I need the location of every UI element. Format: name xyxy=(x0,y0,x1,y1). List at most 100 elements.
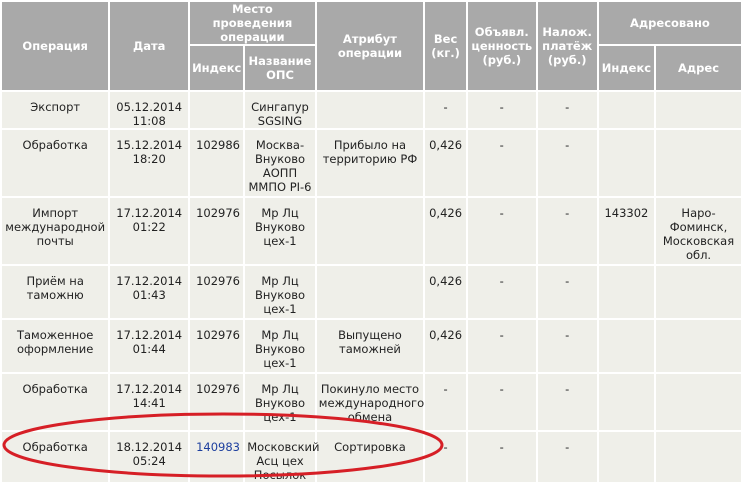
cell-operation-line: международной xyxy=(5,220,106,234)
cell-attribute: Прибыло на территорию РФ xyxy=(316,130,424,196)
cell-addr-address: Наро- Фоминск, Московская обл. xyxy=(656,198,741,264)
cell-operation-line: Таможенное xyxy=(16,328,94,342)
cell-attribute-line: обмена xyxy=(347,410,393,424)
cell-addr-index xyxy=(598,374,655,430)
cell-attribute-line: Выпущено xyxy=(338,328,402,342)
cell-date-line: 01:44 xyxy=(132,342,166,356)
table-row: Экспорт 05.12.2014 11:08 Сингапур SGSING - - - xyxy=(2,92,741,128)
cell-index-link[interactable]: 140983 xyxy=(190,432,244,482)
cell-date-line: 17.12.2014 xyxy=(116,382,183,396)
cell-weight: 0,426 xyxy=(425,198,467,264)
cell-cod: - xyxy=(537,266,597,318)
cell-ops-name: Московский Асц цех Посылок xyxy=(245,432,320,482)
cell-declared-value: - xyxy=(468,266,536,318)
cell-declared-value: - xyxy=(468,130,536,196)
cell-ops-name-line: Посылок xyxy=(253,468,307,482)
cell-date-line: 15.12.2014 xyxy=(116,138,183,152)
cell-ops-name-line: Асц цех xyxy=(256,454,304,468)
cell-addr-address xyxy=(656,130,741,196)
col-attribute-header: Атрибут операции xyxy=(316,2,424,90)
cell-weight: 0,426 xyxy=(425,266,467,318)
cell-date: 18.12.2014 05:24 xyxy=(110,432,189,482)
cell-operation: Приём на таможню xyxy=(2,266,109,318)
cell-index: 102976 xyxy=(190,320,244,372)
cell-date: 17.12.2014 14:41 xyxy=(110,374,189,430)
col-addr-index-header: Индекс xyxy=(598,46,655,90)
cell-addr-address xyxy=(656,92,741,128)
cell-weight: - xyxy=(425,374,467,430)
cell-declared-value: - xyxy=(468,320,536,372)
table-row: Таможенное оформление 17.12.2014 01:44 10297… xyxy=(2,320,741,372)
cell-operation-line: почты xyxy=(36,234,74,248)
cell-addr-index xyxy=(598,92,655,128)
cell-ops-name: Мр Лц Внуково цех-1 xyxy=(245,374,315,430)
table-row: Обработка 17.12.2014 14:41 102976 Мр Лц Внуко… xyxy=(2,374,741,430)
cell-operation-line: Обработка xyxy=(22,138,88,152)
cell-ops-name: Москва- Внуково АОПП ММПО PI-6 xyxy=(245,130,315,196)
cell-ops-name-line: Внуково xyxy=(255,342,306,356)
cell-attribute-line: международного xyxy=(318,396,425,410)
cell-ops-name-line: Мр Лц xyxy=(261,274,299,288)
cell-addr-address-line: Наро- xyxy=(681,206,716,220)
cell-operation-line: Обработка xyxy=(22,440,88,454)
cell-weight: - xyxy=(425,432,467,482)
cell-declared-value: - xyxy=(468,92,536,128)
cell-ops-name-line: цех-1 xyxy=(263,410,297,424)
cell-index xyxy=(190,92,244,128)
cell-ops-name-line: цех-1 xyxy=(263,234,297,248)
cell-attribute-line: Сортировка xyxy=(334,440,406,454)
cell-ops-name-line: ММПО PI-6 xyxy=(248,180,312,194)
col-addr-address-header: Адрес xyxy=(656,46,741,90)
cell-weight: 0,426 xyxy=(425,320,467,372)
cell-operation-line: Экспорт xyxy=(30,100,81,114)
cell-ops-name: Мр Лц Внуково цех-1 xyxy=(245,320,315,372)
cell-cod: - xyxy=(537,320,597,372)
cell-ops-name-line: Внуково xyxy=(255,288,306,302)
table-body: Экспорт 05.12.2014 11:08 Сингапур SGSING - - - О… xyxy=(2,92,741,482)
cell-addr-index xyxy=(598,320,655,372)
cell-addr-index xyxy=(598,432,655,482)
cell-declared-value: - xyxy=(468,432,536,482)
cell-date-line: 01:43 xyxy=(132,288,166,302)
cell-ops-name-line: цех-1 xyxy=(263,356,297,370)
cell-attribute: Покинуло место международного обмена xyxy=(316,374,425,430)
cell-ops-name-line: Внуково xyxy=(255,152,306,166)
cell-ops-name-line: Внуково xyxy=(255,396,306,410)
table-row: Обработка 15.12.2014 18:20 102986 Москва- Вну… xyxy=(2,130,741,196)
col-weight-header: Вес (кг.) xyxy=(425,2,467,90)
cell-date-line: 18:20 xyxy=(132,152,166,166)
cell-date-line: 17.12.2014 xyxy=(116,274,183,288)
cell-attribute: Выпущено таможней xyxy=(316,320,424,372)
cell-ops-name: Мр Лц Внуково цех-1 xyxy=(245,266,315,318)
cell-operation-line: Обработка xyxy=(22,382,88,396)
cell-attribute xyxy=(316,92,424,128)
cell-date-line: 17.12.2014 xyxy=(116,328,183,342)
col-operation-header: Операция xyxy=(2,2,109,90)
cell-operation-line: Импорт xyxy=(32,206,79,220)
cell-addr-index: 143302 xyxy=(598,198,655,264)
cell-ops-name-line: Мр Лц xyxy=(261,206,299,220)
cell-addr-index xyxy=(598,266,655,318)
cell-ops-name-line: Мр Лц xyxy=(261,328,299,342)
cell-weight: 0,426 xyxy=(425,130,467,196)
cell-addr-address-line: Фоминск, xyxy=(669,220,728,234)
col-place-header: Место проведения операции xyxy=(190,2,315,44)
cell-date-line: 05:24 xyxy=(132,454,166,468)
cell-addr-address-line: Московская xyxy=(662,234,735,248)
cell-date: 17.12.2014 01:44 xyxy=(110,320,189,372)
table-row: Импорт международной почты 17.12.2014 01:22 1… xyxy=(2,198,741,264)
cell-attribute-line: территорию РФ xyxy=(322,152,418,166)
cell-ops-name: Мр Лц Внуково цех-1 xyxy=(245,198,315,264)
cell-attribute-line: Покинуло место xyxy=(320,382,420,396)
cell-ops-name-line: Мр Лц xyxy=(261,382,299,396)
cell-addr-address xyxy=(656,374,741,430)
cell-operation: Экспорт xyxy=(2,92,109,128)
cell-operation-line: таможню xyxy=(26,288,84,302)
col-declared-value-header: Объявл. ценность (руб.) xyxy=(468,2,536,90)
cell-cod: - xyxy=(537,130,597,196)
cell-operation-line: Приём на xyxy=(26,274,84,288)
cell-declared-value: - xyxy=(468,374,536,430)
cell-ops-name-line: Сингапур xyxy=(251,100,309,114)
cell-weight: - xyxy=(425,92,467,128)
cell-date-line: 11:08 xyxy=(132,114,166,128)
